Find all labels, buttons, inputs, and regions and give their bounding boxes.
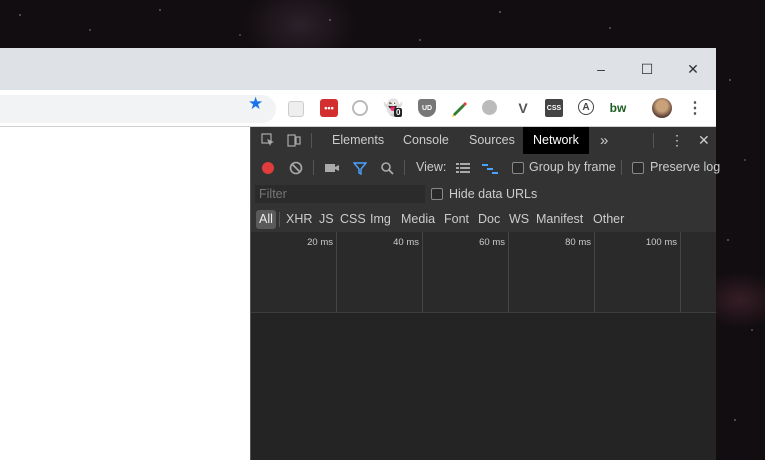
- timeline-column: 20 ms: [251, 232, 337, 312]
- request-list-area: [251, 313, 716, 460]
- bookmark-star-icon[interactable]: ★: [248, 94, 263, 114]
- close-window-button[interactable]: ✕: [670, 54, 716, 84]
- type-filter-js[interactable]: JS: [316, 210, 337, 229]
- timeline-column: 60 ms: [423, 232, 509, 312]
- camera-icon: [325, 164, 339, 172]
- ext-pencil-icon[interactable]: [450, 99, 468, 117]
- record-icon[interactable]: [260, 160, 276, 176]
- tick-label: 60 ms: [479, 237, 505, 248]
- ext-circle-icon[interactable]: [352, 100, 368, 116]
- filter-icon[interactable]: [352, 160, 368, 176]
- video-camera-icon[interactable]: [324, 160, 340, 176]
- page-content: [0, 127, 250, 460]
- group-by-frame-checkbox[interactable]: [512, 162, 524, 174]
- timeline-column: 40 ms: [337, 232, 423, 312]
- cursor-box-icon: [261, 133, 274, 146]
- title-bar: – ☐ ✕: [0, 48, 716, 90]
- profile-avatar[interactable]: [652, 98, 672, 118]
- funnel-icon: [353, 162, 367, 175]
- waterfall-icon[interactable]: [482, 160, 498, 176]
- filter-input[interactable]: [255, 185, 425, 203]
- hide-data-urls-checkbox[interactable]: [431, 188, 443, 200]
- device-icon: [287, 134, 301, 147]
- type-filter-other[interactable]: Other: [590, 210, 627, 229]
- hide-data-urls-label: Hide data URLs: [449, 187, 538, 201]
- type-filter-doc[interactable]: Doc: [475, 210, 503, 229]
- type-filter-ws[interactable]: WS: [506, 210, 532, 229]
- search-icon[interactable]: [379, 160, 395, 176]
- more-tabs-icon[interactable]: »: [590, 127, 618, 154]
- devtools-panel: Elements Console Sources Network » ⋮ ✕ V…: [250, 127, 720, 460]
- inspect-element-icon[interactable]: [260, 132, 276, 148]
- type-filter-media[interactable]: Media: [398, 210, 438, 229]
- filter-bar: Hide data URLs: [251, 181, 716, 208]
- browser-menu-icon[interactable]: ⋮: [686, 99, 704, 117]
- list-icon: [456, 163, 470, 173]
- ext-ghostery-icon[interactable]: 👻 0: [383, 99, 403, 117]
- tab-elements[interactable]: Elements: [322, 127, 394, 154]
- address-bar[interactable]: [0, 95, 276, 123]
- large-rows-icon[interactable]: [455, 160, 471, 176]
- ext-ublock-icon[interactable]: UD: [418, 99, 436, 117]
- tick-label: 40 ms: [393, 237, 419, 248]
- block-icon: [289, 161, 303, 175]
- type-filter-xhr[interactable]: XHR: [283, 210, 315, 229]
- devtools-tab-bar: Elements Console Sources Network » ⋮ ✕: [251, 127, 716, 155]
- timeline-column: 100 ms: [595, 232, 681, 312]
- clear-icon[interactable]: [288, 160, 304, 176]
- type-filter-manifest[interactable]: Manifest: [533, 210, 586, 229]
- tick-label: 100 ms: [645, 237, 677, 248]
- ext-bw-icon[interactable]: bw: [609, 99, 627, 117]
- tick-label: 80 ms: [565, 237, 591, 248]
- timeline-column: 80 ms: [509, 232, 595, 312]
- preserve-log-checkbox[interactable]: [632, 162, 644, 174]
- type-filter-css[interactable]: CSS: [337, 210, 369, 229]
- type-filter-font[interactable]: Font: [441, 210, 472, 229]
- pencil-icon: [452, 102, 467, 117]
- type-filter-img[interactable]: Img: [367, 210, 394, 229]
- preserve-log-label: Preserve log: [650, 160, 721, 174]
- network-overview-timeline[interactable]: 20 ms 40 ms 60 ms 80 ms 100 ms: [251, 232, 716, 313]
- ext-grid-icon[interactable]: [288, 101, 304, 117]
- browser-window: – ☐ ✕ ★ ••• 👻 0 UD V CSS A bw ⋮ Elements…: [0, 48, 720, 460]
- overview-icon: [482, 164, 498, 174]
- maximize-button[interactable]: ☐: [624, 54, 670, 84]
- device-toolbar-icon[interactable]: [286, 132, 302, 148]
- browser-toolbar: ★ ••• 👻 0 UD V CSS A bw ⋮: [0, 90, 716, 127]
- magnifier-icon: [381, 162, 394, 175]
- ext-a-icon[interactable]: A: [578, 99, 594, 115]
- ext-css-icon[interactable]: CSS: [545, 99, 563, 117]
- group-by-frame-label: Group by frame: [529, 160, 616, 174]
- tick-label: 20 ms: [307, 237, 333, 248]
- ext-lastpass-icon[interactable]: •••: [320, 99, 338, 117]
- view-label: View:: [416, 160, 447, 174]
- ext-v-icon[interactable]: V: [514, 99, 532, 117]
- tab-sources[interactable]: Sources: [459, 127, 525, 154]
- resource-type-filter: All XHR JS CSS Img Media Font Doc WS Man…: [251, 207, 716, 233]
- ext-gray-circle-icon[interactable]: [482, 100, 497, 115]
- tab-network[interactable]: Network: [523, 127, 589, 154]
- tab-console[interactable]: Console: [393, 127, 459, 154]
- ghostery-badge: 0: [394, 108, 403, 117]
- network-toolbar: View: Group by frame Preserve log: [251, 154, 720, 182]
- devtools-close-icon[interactable]: ✕: [688, 127, 720, 154]
- type-filter-all[interactable]: All: [256, 210, 276, 229]
- minimize-button[interactable]: –: [578, 54, 624, 84]
